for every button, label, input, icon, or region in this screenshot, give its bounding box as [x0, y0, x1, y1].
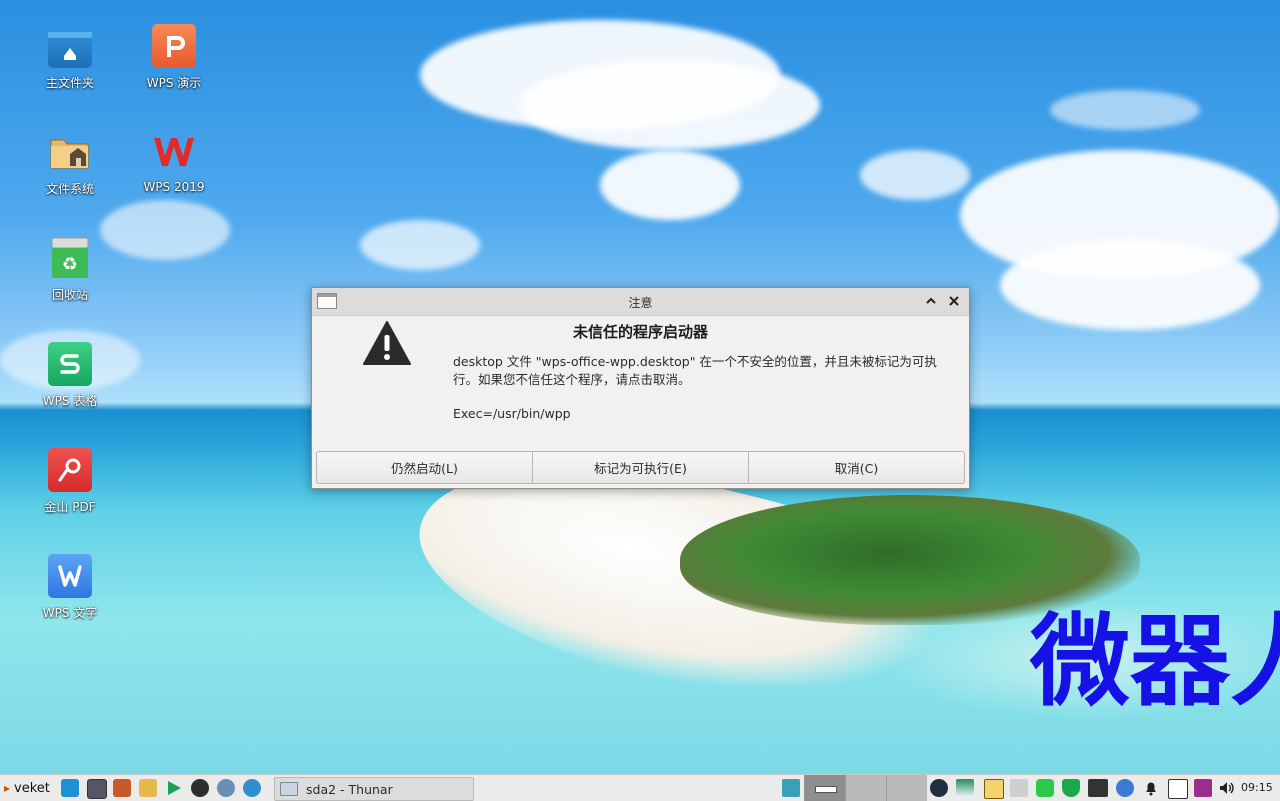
desktop-icon-label: WPS 文字	[42, 606, 98, 620]
workspace-3[interactable]	[886, 775, 927, 801]
notification-bell-icon[interactable]	[1142, 779, 1160, 797]
browser-icon[interactable]	[243, 779, 261, 797]
wps-spreadsheet-icon	[48, 342, 92, 386]
battery-icon[interactable]	[1168, 779, 1188, 799]
kingsoft-pdf-icon	[48, 448, 92, 492]
desktop-icon-label: WPS 表格	[42, 394, 98, 408]
clipboard-icon[interactable]	[984, 779, 1004, 799]
untrusted-launcher-dialog: 注意 未信任的程序启动器 desktop 文件 "wps-office-wpp.…	[311, 287, 970, 489]
desktop-icon-wps-writer[interactable]: WPS 文字	[20, 554, 120, 621]
close-icon[interactable]	[945, 292, 963, 310]
network-tool-icon[interactable]	[782, 779, 800, 797]
folder-icon	[280, 782, 298, 796]
keyboard-icon[interactable]	[1088, 779, 1108, 797]
file-system-icon	[48, 130, 92, 174]
home-folder-icon	[48, 32, 92, 68]
exec-line: Exec=/usr/bin/wpp	[453, 406, 571, 421]
recycle-bin-icon: ♻	[48, 236, 92, 280]
dialog-button-row: 仍然启动(L) 标记为可执行(E) 取消(C)	[316, 451, 965, 484]
terminal-icon[interactable]	[191, 779, 209, 797]
desktop-icon-label: 主文件夹	[45, 76, 94, 90]
desktop-icon-wps-presentation[interactable]: WPS 演示	[124, 24, 224, 91]
folder-icon[interactable]	[139, 779, 157, 797]
volume-icon[interactable]	[1218, 779, 1236, 797]
media-player-icon[interactable]	[165, 779, 183, 797]
desktop-icon-kingsoft-pdf[interactable]: 金山 PDF	[20, 448, 120, 515]
mark-executable-button[interactable]: 标记为可执行(E)	[532, 451, 749, 484]
launch-anyway-button[interactable]: 仍然启动(L)	[316, 451, 533, 484]
workspace-1[interactable]	[804, 775, 845, 801]
wps-writer-icon	[48, 554, 92, 598]
menu-arrow-icon: ▸	[4, 781, 11, 795]
dialog-heading: 未信任的程序启动器	[572, 323, 708, 341]
desktop-icon-home-folder[interactable]: 主文件夹	[20, 26, 120, 91]
tools-icon[interactable]	[113, 779, 131, 797]
shield-icon[interactable]	[1062, 779, 1080, 797]
desktop-icon-wps-spreadsheet[interactable]: WPS 表格	[20, 342, 120, 409]
bluetooth-icon[interactable]	[1116, 779, 1134, 797]
chevron-up-icon[interactable]	[922, 292, 940, 310]
desktop-icon-label: WPS 演示	[146, 76, 202, 90]
desktop-icon-trash[interactable]: ♻ 回收站	[20, 236, 120, 303]
watermark-text: 微器人	[1030, 603, 1280, 720]
database-icon[interactable]	[1036, 779, 1054, 797]
workspace-2[interactable]	[845, 775, 886, 801]
start-menu-button[interactable]: ▸ veket	[4, 777, 50, 799]
start-menu-label: veket	[14, 780, 50, 796]
cpu-monitor-icon[interactable]	[956, 779, 974, 797]
cancel-button[interactable]: 取消(C)	[748, 451, 965, 484]
svg-text:♻: ♻	[62, 254, 78, 275]
dialog-message: desktop 文件 "wps-office-wpp.desktop" 在一个不…	[453, 354, 937, 387]
desktop-icon-label: 金山 PDF	[44, 500, 96, 514]
network-status-icon[interactable]	[930, 779, 948, 797]
wps-2019-icon	[152, 130, 196, 174]
clock[interactable]: 09:15	[1241, 781, 1273, 794]
screenshot-icon[interactable]	[87, 779, 107, 799]
task-thunar[interactable]: sda2 - Thunar	[274, 777, 474, 801]
desktop-icon-label: 回收站	[51, 288, 88, 302]
dialog-title: 注意	[628, 296, 653, 310]
desktop-show-icon[interactable]	[61, 779, 79, 797]
taskbar: ▸ veket sda2 - Thunar 09:15	[0, 774, 1280, 801]
task-label: sda2 - Thunar	[306, 781, 393, 797]
input-method-icon[interactable]	[1194, 779, 1212, 797]
wps-presentation-icon	[152, 24, 196, 68]
desktop-icon-label: 文件系统	[45, 182, 94, 196]
desktop-icon-label: WPS 2019	[143, 180, 205, 194]
desktop-icon-wps-2019[interactable]: WPS 2019	[124, 130, 224, 194]
drive-icon[interactable]	[1010, 779, 1028, 797]
dialog-titlebar[interactable]: 注意	[312, 288, 969, 316]
settings-gear-icon[interactable]	[217, 779, 235, 797]
desktop-icon-file-system[interactable]: 文件系统	[20, 130, 120, 197]
